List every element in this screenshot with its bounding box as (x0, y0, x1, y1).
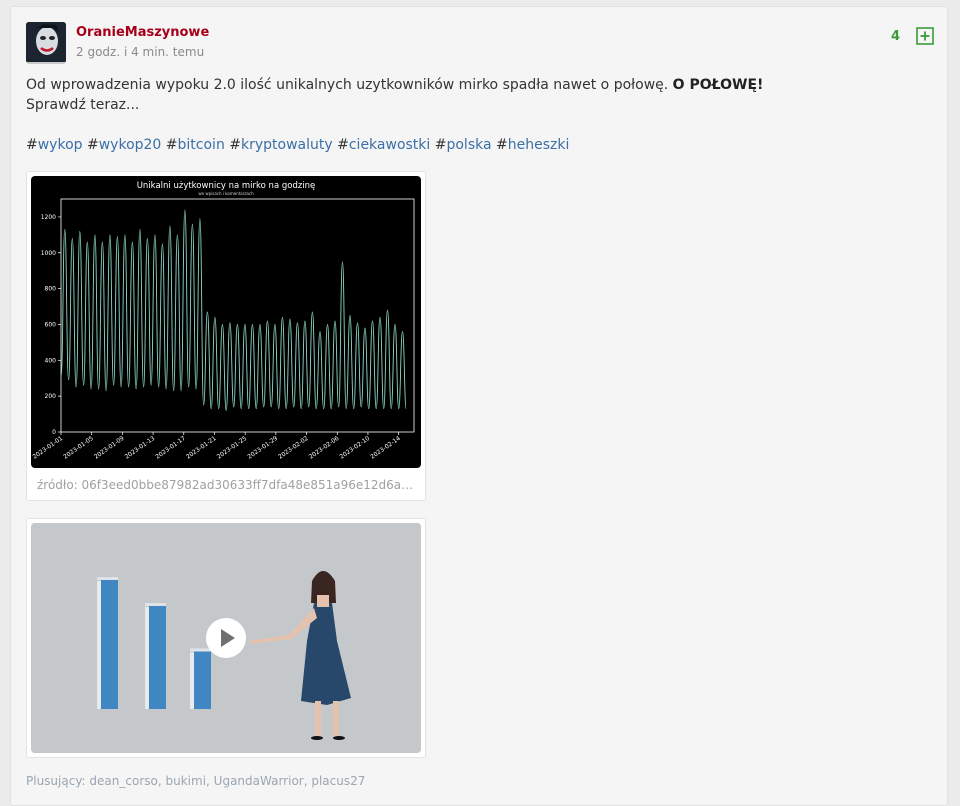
post-card: OranieMaszynowe 2 godz. i 4 min. temu 4 … (10, 6, 948, 806)
chart-image[interactable]: Unikalni użytkownicy na mirko na godzinę… (31, 176, 421, 468)
tag-heheszki[interactable]: heheszki (508, 137, 570, 153)
tag-kryptowaluty[interactable]: kryptowaluty (241, 137, 333, 153)
video-bar (190, 648, 211, 709)
vote-count: 4 (891, 29, 901, 44)
video-bar (97, 577, 118, 709)
chart-frame (60, 198, 415, 433)
pluser-name[interactable]: UgandaWarrior (214, 774, 304, 788)
pluser-name[interactable]: placus27 (311, 774, 365, 788)
x-tick-label: 2023-01-13 (124, 435, 157, 461)
pluser-name[interactable]: bukimi (166, 774, 207, 788)
post-body: Od wprowadzenia wypoku 2.0 ilość unikaln… (26, 75, 926, 115)
y-tick-label: 1000 (41, 250, 56, 257)
x-tick-label: 2023-01-21 (185, 435, 218, 461)
x-tick-label: 2023-01-25 (216, 435, 249, 461)
video-embed (26, 518, 426, 758)
tag-list: #wykop #wykop20 #bitcoin #kryptowaluty #… (26, 137, 570, 153)
line-chart: Unikalni użytkownicy na mirko na godzinę… (32, 181, 415, 461)
avatar-image (26, 22, 66, 62)
post-text: Od wprowadzenia wypoku 2.0 ilość unikaln… (26, 77, 669, 93)
y-tick-label: 600 (45, 321, 57, 328)
plusers-list: Plusujący: dean_corso, bukimi, UgandaWar… (26, 774, 366, 788)
y-tick-label: 200 (45, 393, 57, 400)
x-tick-label: 2023-02-14 (369, 435, 402, 461)
post-text-bold: O POŁOWĘ! (672, 77, 764, 93)
image-source[interactable]: źródło: 06f3eed0bbe87982ad30633ff7dfa48e… (37, 478, 417, 492)
tag-ciekawostki[interactable]: ciekawostki (349, 137, 430, 153)
x-tick-label: 2023-02-06 (308, 435, 341, 461)
x-tick-label: 2023-01-05 (62, 435, 95, 461)
tag-bitcoin[interactable]: bitcoin (178, 137, 225, 153)
y-tick-label: 800 (45, 286, 57, 293)
tag-polska[interactable]: polska (446, 137, 491, 153)
x-tick-label: 2023-01-29 (246, 435, 279, 461)
chart-title: Unikalni użytkownicy na mirko na godzinę (137, 181, 316, 191)
tag-wykop20[interactable]: wykop20 (99, 137, 162, 153)
plusers-label: Plusujący: (26, 774, 86, 788)
x-tick-label: 2023-02-10 (339, 435, 372, 461)
y-tick-label: 0 (52, 429, 56, 436)
avatar[interactable] (26, 22, 66, 64)
plus-icon (916, 27, 934, 45)
plus-vote-button[interactable] (916, 27, 934, 45)
x-tick-label: 2023-01-09 (93, 435, 126, 461)
play-button[interactable] (206, 618, 246, 658)
chart-subtitle: we wpisach i komentarzach (198, 191, 254, 196)
author-name[interactable]: OranieMaszynowe (76, 25, 209, 40)
series-line (60, 209, 407, 411)
x-tick-label: 2023-02-02 (277, 435, 310, 461)
x-tick-label: 2023-01-17 (154, 435, 187, 461)
tag-wykop[interactable]: wykop (38, 137, 83, 153)
image-embed: Unikalni użytkownicy na mirko na godzinę… (26, 171, 426, 501)
y-tick-label: 400 (45, 357, 57, 364)
video-bar (145, 603, 166, 709)
x-tick-label: 2023-01-01 (32, 435, 65, 461)
post-text-line2: Sprawdź teraz... (26, 97, 140, 113)
y-tick-label: 1200 (41, 214, 56, 221)
video-thumbnail[interactable] (31, 523, 421, 753)
post-timestamp: 2 godz. i 4 min. temu (76, 45, 205, 59)
pluser-name[interactable]: dean_corso (89, 774, 157, 788)
